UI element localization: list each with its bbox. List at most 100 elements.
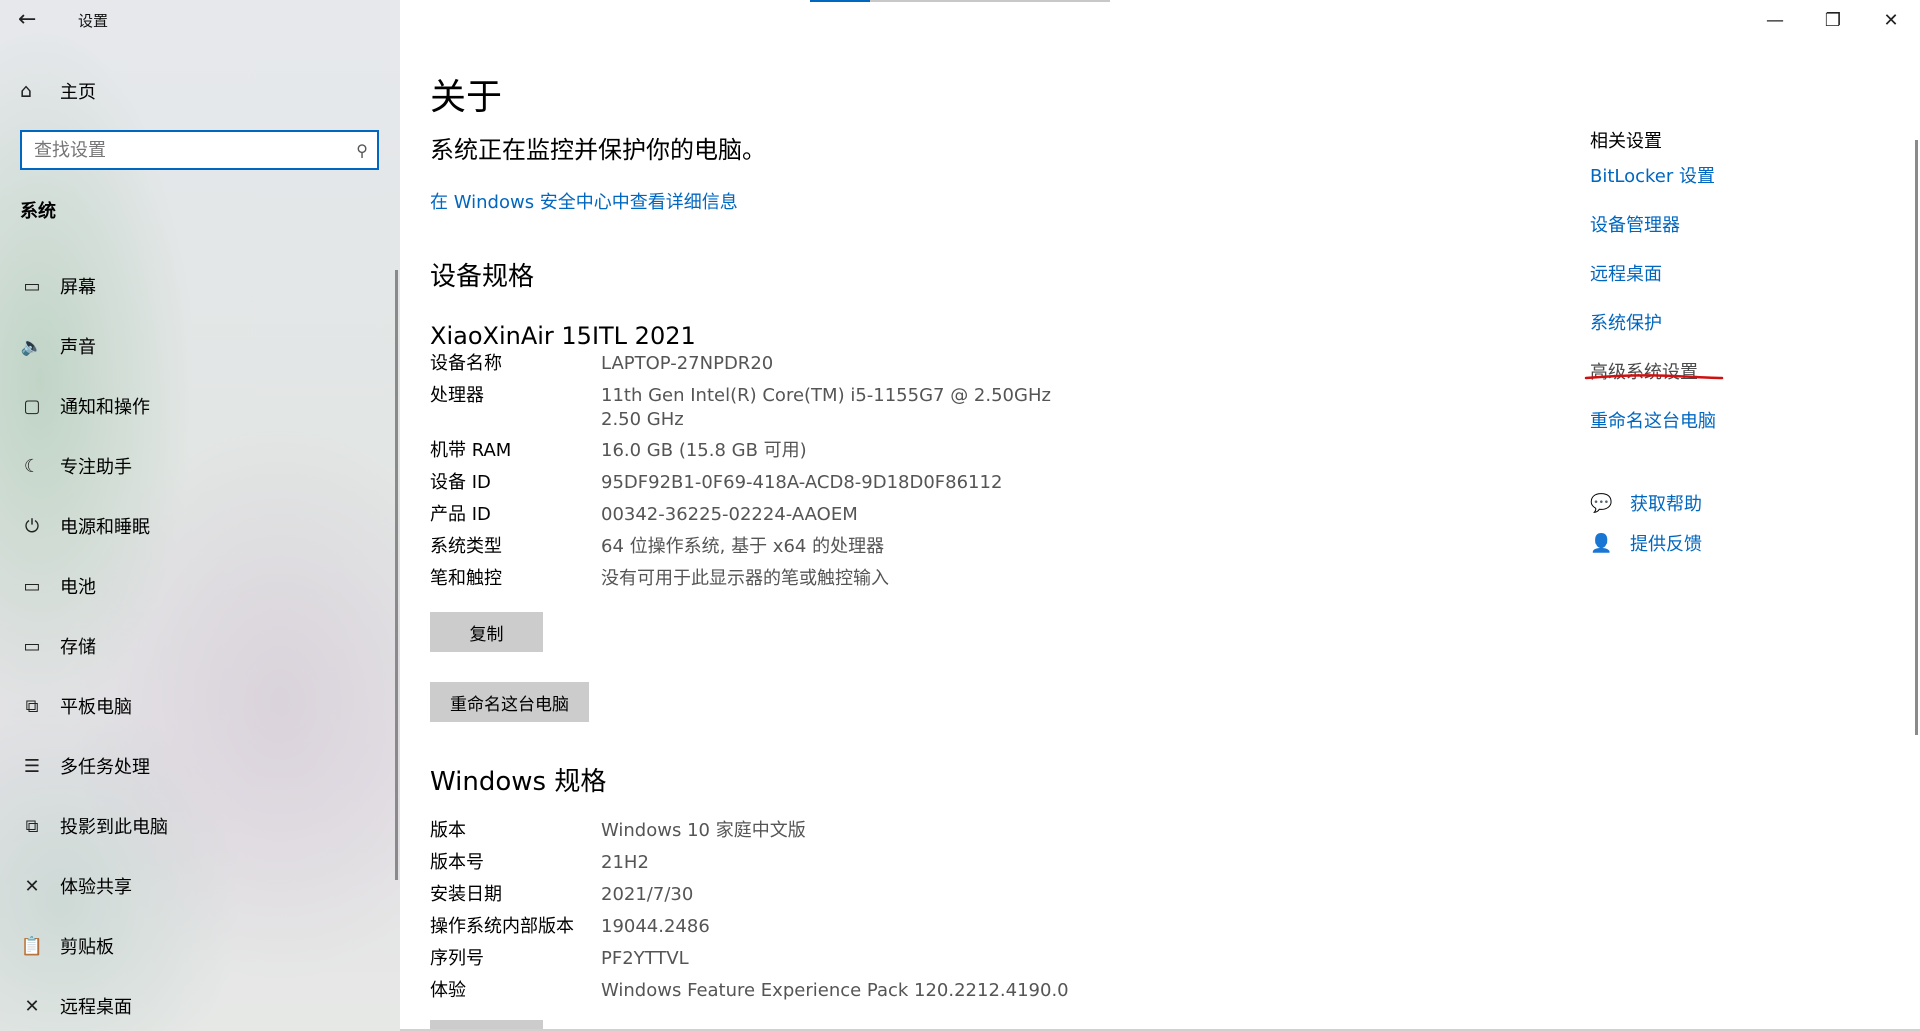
spec-row-os-build: 操作系统内部版本 19044.2486 bbox=[430, 915, 1130, 947]
spec-value: 2.50 GHz bbox=[601, 409, 684, 430]
sidebar-scrollbar[interactable] bbox=[395, 270, 398, 880]
battery-icon: ▭ bbox=[23, 575, 41, 597]
sidebar-item-label: 专注助手 bbox=[60, 457, 132, 478]
spec-key: 产品 ID bbox=[430, 504, 491, 525]
sidebar-item-power[interactable]: ⏻ 电源和睡眠 bbox=[0, 496, 395, 556]
sidebar-item-label: 屏幕 bbox=[60, 277, 96, 298]
device-spec-heading: 设备规格 bbox=[430, 262, 535, 292]
page-title: 关于 bbox=[430, 77, 503, 118]
close-icon[interactable]: ✕ bbox=[1862, 0, 1920, 40]
spec-key: 系统类型 bbox=[430, 536, 502, 557]
help-chat-icon: 💬 bbox=[1590, 492, 1613, 514]
spec-value: 64 位操作系统, 基于 x64 的处理器 bbox=[601, 536, 885, 557]
window-controls: — ❐ ✕ bbox=[1746, 0, 1920, 40]
sidebar-item-tablet[interactable]: ⧉ 平板电脑 bbox=[0, 676, 395, 736]
main-scrollbar[interactable] bbox=[1915, 140, 1918, 735]
protection-status: 系统正在监控并保护你的电脑。 bbox=[430, 136, 766, 164]
restore-icon[interactable]: ❐ bbox=[1804, 0, 1862, 40]
spec-row-experience: 体验 Windows Feature Experience Pack 120.2… bbox=[430, 979, 1130, 1011]
spec-row-product-id: 产品 ID 00342-36225-02224-AAOEM bbox=[430, 503, 1130, 535]
search-box[interactable]: ⚲ bbox=[20, 130, 379, 170]
get-help-label: 获取帮助 bbox=[1630, 494, 1702, 515]
spec-key: 安装日期 bbox=[430, 884, 502, 905]
spec-key: 序列号 bbox=[430, 948, 484, 969]
spec-value: Windows 10 家庭中文版 bbox=[601, 820, 806, 841]
sidebar-item-multitasking[interactable]: ☰ 多任务处理 bbox=[0, 736, 395, 796]
notification-icon: ▢ bbox=[23, 395, 41, 417]
spec-key: 设备名称 bbox=[430, 353, 502, 374]
spec-value: 00342-36225-02224-AAOEM bbox=[601, 504, 858, 525]
power-icon: ⏻ bbox=[24, 515, 40, 537]
bitlocker-settings-link[interactable]: BitLocker 设置 bbox=[1590, 162, 1715, 188]
remote-desktop-icon: ✕ bbox=[24, 995, 40, 1017]
spec-key: 版本号 bbox=[430, 852, 484, 873]
sidebar-item-clipboard[interactable]: 📋 剪贴板 bbox=[0, 916, 395, 976]
minimize-icon[interactable]: — bbox=[1746, 0, 1804, 40]
spec-value: LAPTOP-27NPDR20 bbox=[601, 353, 774, 374]
sidebar-item-label: 多任务处理 bbox=[60, 757, 150, 778]
spec-row-pen-touch: 笔和触控 没有可用于此显示器的笔或触控输入 bbox=[430, 567, 1130, 599]
sidebar-item-remote-desktop[interactable]: ✕ 远程桌面 bbox=[0, 976, 395, 1031]
windows-spec-list: 版本 Windows 10 家庭中文版 版本号 21H2 安装日期 2021/7… bbox=[430, 819, 1130, 1011]
shared-experience-icon: ✕ bbox=[24, 875, 40, 897]
device-spec-list: 设备名称 LAPTOP-27NPDR20 处理器 11th Gen Intel(… bbox=[430, 352, 1130, 599]
give-feedback-link[interactable]: 👤 提供反馈 bbox=[1590, 530, 1702, 556]
spec-key: 机带 RAM bbox=[430, 440, 512, 461]
spec-key: 设备 ID bbox=[430, 472, 491, 493]
spec-value: 11th Gen Intel(R) Core(TM) i5-1155G7 @ 2… bbox=[601, 385, 1051, 406]
spec-value: 21H2 bbox=[601, 852, 649, 873]
sidebar-item-shared-experiences[interactable]: ✕ 体验共享 bbox=[0, 856, 395, 916]
sidebar-item-home[interactable]: ⌂ 主页 bbox=[20, 78, 96, 104]
back-arrow-icon[interactable]: ← bbox=[18, 6, 42, 34]
project-icon: ⧉ bbox=[25, 815, 39, 837]
spec-key: 体验 bbox=[430, 980, 466, 1001]
rename-pc-link[interactable]: 重命名这台电脑 bbox=[1590, 407, 1716, 433]
sidebar-item-label: 剪贴板 bbox=[60, 937, 114, 958]
spec-row-install-date: 安装日期 2021/7/30 bbox=[430, 883, 1130, 915]
security-center-link[interactable]: 在 Windows 安全中心中查看详细信息 bbox=[430, 188, 738, 214]
feedback-icon: 👤 bbox=[1590, 532, 1613, 554]
sidebar-item-label: 投影到此电脑 bbox=[60, 817, 168, 838]
get-help-link[interactable]: 💬 获取帮助 bbox=[1590, 490, 1702, 516]
spec-row-edition: 版本 Windows 10 家庭中文版 bbox=[430, 819, 1130, 851]
sidebar-nav: ▭ 屏幕 🔈 声音 ▢ 通知和操作 ☾ 专注助手 ⏻ 电源和睡眠 ▭ 电池 ▭ … bbox=[0, 256, 395, 1031]
sidebar-item-label: 电源和睡眠 bbox=[60, 517, 150, 538]
spec-value: 16.0 GB (15.8 GB 可用) bbox=[601, 440, 807, 461]
remote-desktop-link[interactable]: 远程桌面 bbox=[1590, 260, 1662, 286]
spec-row-ram: 机带 RAM 16.0 GB (15.8 GB 可用) bbox=[430, 439, 1130, 471]
spec-row-processor-speed: 2.50 GHz bbox=[430, 408, 1130, 439]
main-content: 关于 系统正在监控并保护你的电脑。 在 Windows 安全中心中查看详细信息 … bbox=[430, 0, 1510, 1031]
device-manager-link[interactable]: 设备管理器 bbox=[1590, 211, 1680, 237]
spec-key: 笔和触控 bbox=[430, 568, 502, 589]
sidebar-item-sound[interactable]: 🔈 声音 bbox=[0, 316, 395, 376]
clipboard-icon: 📋 bbox=[20, 935, 44, 957]
search-input[interactable] bbox=[22, 132, 347, 168]
sidebar-item-battery[interactable]: ▭ 电池 bbox=[0, 556, 395, 616]
spec-key: 版本 bbox=[430, 820, 466, 841]
rename-pc-button[interactable]: 重命名这台电脑 bbox=[430, 682, 589, 722]
sidebar-item-display[interactable]: ▭ 屏幕 bbox=[0, 256, 395, 316]
sidebar-item-focus-assist[interactable]: ☾ 专注助手 bbox=[0, 436, 395, 496]
tablet-icon: ⧉ bbox=[25, 695, 39, 717]
spec-value: 没有可用于此显示器的笔或触控输入 bbox=[601, 568, 889, 589]
copy-button[interactable]: 复制 bbox=[430, 612, 543, 652]
sidebar-item-label: 存储 bbox=[60, 637, 96, 658]
sidebar-item-projecting[interactable]: ⧉ 投影到此电脑 bbox=[0, 796, 395, 856]
sidebar: ← 设置 ⌂ 主页 ⚲ 系统 ▭ 屏幕 🔈 声音 ▢ 通知和操作 ☾ 专注助手 … bbox=[0, 0, 400, 1031]
spec-row-device-name: 设备名称 LAPTOP-27NPDR20 bbox=[430, 352, 1130, 384]
sidebar-item-label: 平板电脑 bbox=[60, 697, 132, 718]
storage-icon: ▭ bbox=[23, 635, 41, 657]
device-model: XiaoXinAir 15ITL 2021 bbox=[430, 322, 696, 350]
related-settings-title: 相关设置 bbox=[1590, 131, 1662, 152]
sidebar-item-notifications[interactable]: ▢ 通知和操作 bbox=[0, 376, 395, 436]
sidebar-item-label: 通知和操作 bbox=[60, 397, 150, 418]
search-icon[interactable]: ⚲ bbox=[347, 141, 377, 160]
system-protection-link[interactable]: 系统保护 bbox=[1590, 309, 1662, 335]
red-underline-annotation bbox=[1584, 374, 1724, 380]
sidebar-item-storage[interactable]: ▭ 存储 bbox=[0, 616, 395, 676]
spec-key: 处理器 bbox=[430, 385, 484, 406]
home-label: 主页 bbox=[60, 82, 96, 103]
multitasking-icon: ☰ bbox=[23, 755, 41, 777]
home-icon: ⌂ bbox=[20, 80, 33, 102]
spec-value: 95DF92B1-0F69-418A-ACD8-9D18D0F86112 bbox=[601, 472, 1003, 493]
